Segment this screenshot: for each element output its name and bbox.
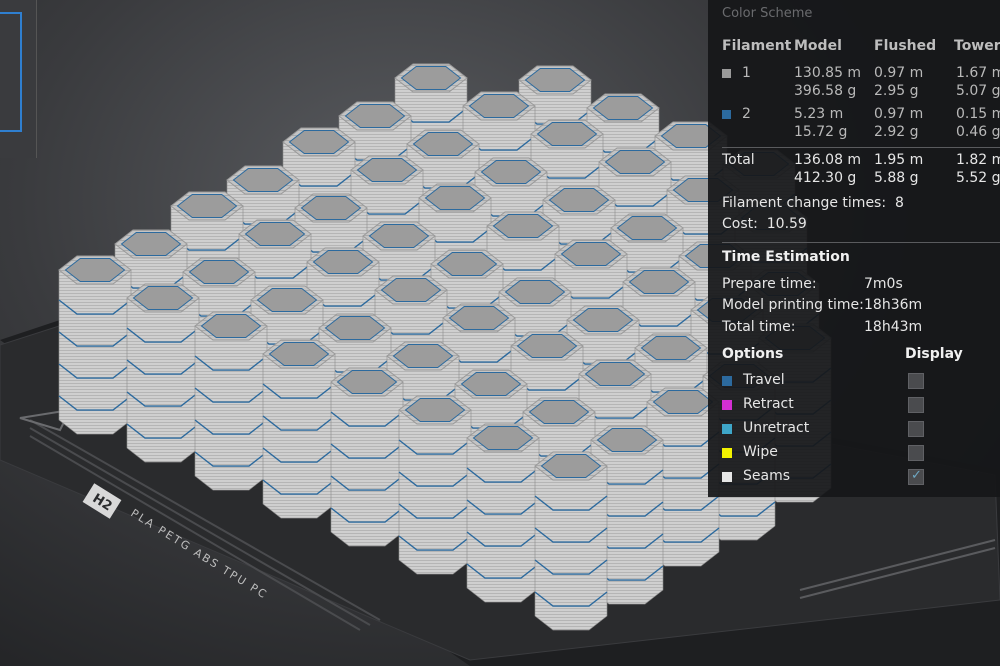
option-unretract: Unretract [722, 420, 992, 438]
option-wipe-label: Wipe [743, 444, 778, 460]
filament-2-flushed-length: 0.97 m [874, 106, 924, 122]
filament-1-flushed-length: 0.97 m [874, 65, 924, 81]
view-frame [0, 12, 22, 132]
option-wipe-checkbox[interactable] [908, 445, 924, 461]
option-retract: Retract [722, 396, 992, 414]
seams-swatch [722, 472, 732, 482]
filament-2-tower-length: 0.15 m [956, 106, 1000, 122]
filament-1-id: 1 [742, 65, 751, 81]
model-printing-time-label: Model printing time: [722, 297, 864, 313]
total-tower-length: 1.82 m [956, 152, 1000, 168]
filament-2-model-weight: 15.72 g [794, 124, 848, 140]
option-travel: Travel [722, 372, 992, 390]
option-seams: Seams [722, 468, 992, 486]
filament-2-id: 2 [742, 106, 751, 122]
prepare-time-value: 7m0s [864, 276, 903, 292]
total-flushed-length: 1.95 m [874, 152, 924, 168]
total-model-weight: 412.30 g [794, 170, 857, 186]
option-travel-label: Travel [743, 372, 785, 388]
total-time-value: 18h43m [864, 319, 923, 335]
total-flushed-weight: 5.88 g [874, 170, 919, 186]
option-retract-label: Retract [743, 396, 794, 412]
time-estimation-title: Time Estimation [722, 249, 850, 265]
model-printing-time-value: 18h36m [864, 297, 923, 313]
options-title: Options [722, 346, 784, 362]
cost-label: Cost: [722, 216, 758, 232]
header-flushed: Flushed [874, 38, 937, 54]
navigation-cube-widget[interactable] [0, 0, 37, 158]
total-label: Total [722, 152, 755, 168]
filament-1-swatch [722, 69, 731, 78]
option-travel-checkbox[interactable] [908, 373, 924, 389]
display-title: Display [905, 346, 963, 362]
option-seams-checkbox[interactable] [908, 468, 924, 485]
filament-change-value: 8 [894, 195, 904, 211]
header-tower: Tower [954, 38, 1000, 54]
table-divider [722, 147, 1000, 148]
option-retract-checkbox[interactable] [908, 397, 924, 413]
wipe-swatch [722, 448, 732, 458]
filament-change-row: Filament change times: 8 [722, 195, 904, 211]
option-unretract-checkbox[interactable] [908, 421, 924, 437]
cost-value: 10.59 [766, 216, 807, 232]
filament-change-label: Filament change times: [722, 195, 887, 211]
header-model: Model [794, 38, 842, 54]
filament-1-flushed-weight: 2.95 g [874, 83, 919, 99]
total-time-label: Total time: [722, 319, 796, 335]
filament-2-model-length: 5.23 m [794, 106, 844, 122]
header-filament: Filament [722, 38, 792, 54]
total-model-length: 136.08 m [794, 152, 862, 168]
filament-1-tower-weight: 5.07 g [956, 83, 1000, 99]
retract-swatch [722, 400, 732, 410]
filament-1-tower-length: 1.67 m [956, 65, 1000, 81]
option-seams-label: Seams [743, 468, 791, 484]
cost-row: Cost: 10.59 [722, 216, 807, 232]
option-wipe: Wipe [722, 444, 992, 462]
filament-2-tower-weight: 0.46 g [956, 124, 1000, 140]
unretract-swatch [722, 424, 732, 434]
travel-swatch [722, 376, 732, 386]
filament-1-model-length: 130.85 m [794, 65, 862, 81]
option-unretract-label: Unretract [743, 420, 810, 436]
gcode-statistics-panel: Color Scheme Filament Model Flushed Towe… [708, 0, 1000, 497]
color-scheme-title[interactable]: Color Scheme [722, 6, 812, 21]
section-divider [722, 242, 1000, 243]
filament-2-swatch [722, 110, 731, 119]
filament-1-model-weight: 396.58 g [794, 83, 857, 99]
filament-2-flushed-weight: 2.92 g [874, 124, 919, 140]
prepare-time-label: Prepare time: [722, 276, 817, 292]
total-tower-weight: 5.52 g [956, 170, 1000, 186]
